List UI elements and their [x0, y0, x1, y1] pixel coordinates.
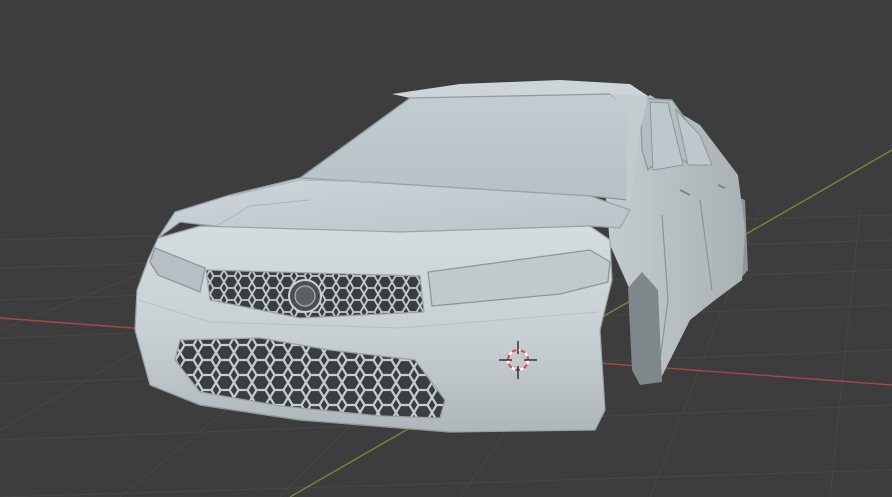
car-mesh[interactable]: [134, 80, 748, 433]
3d-viewport[interactable]: [0, 0, 892, 497]
viewport-canvas[interactable]: [0, 0, 892, 497]
brand-emblem: [288, 279, 322, 313]
